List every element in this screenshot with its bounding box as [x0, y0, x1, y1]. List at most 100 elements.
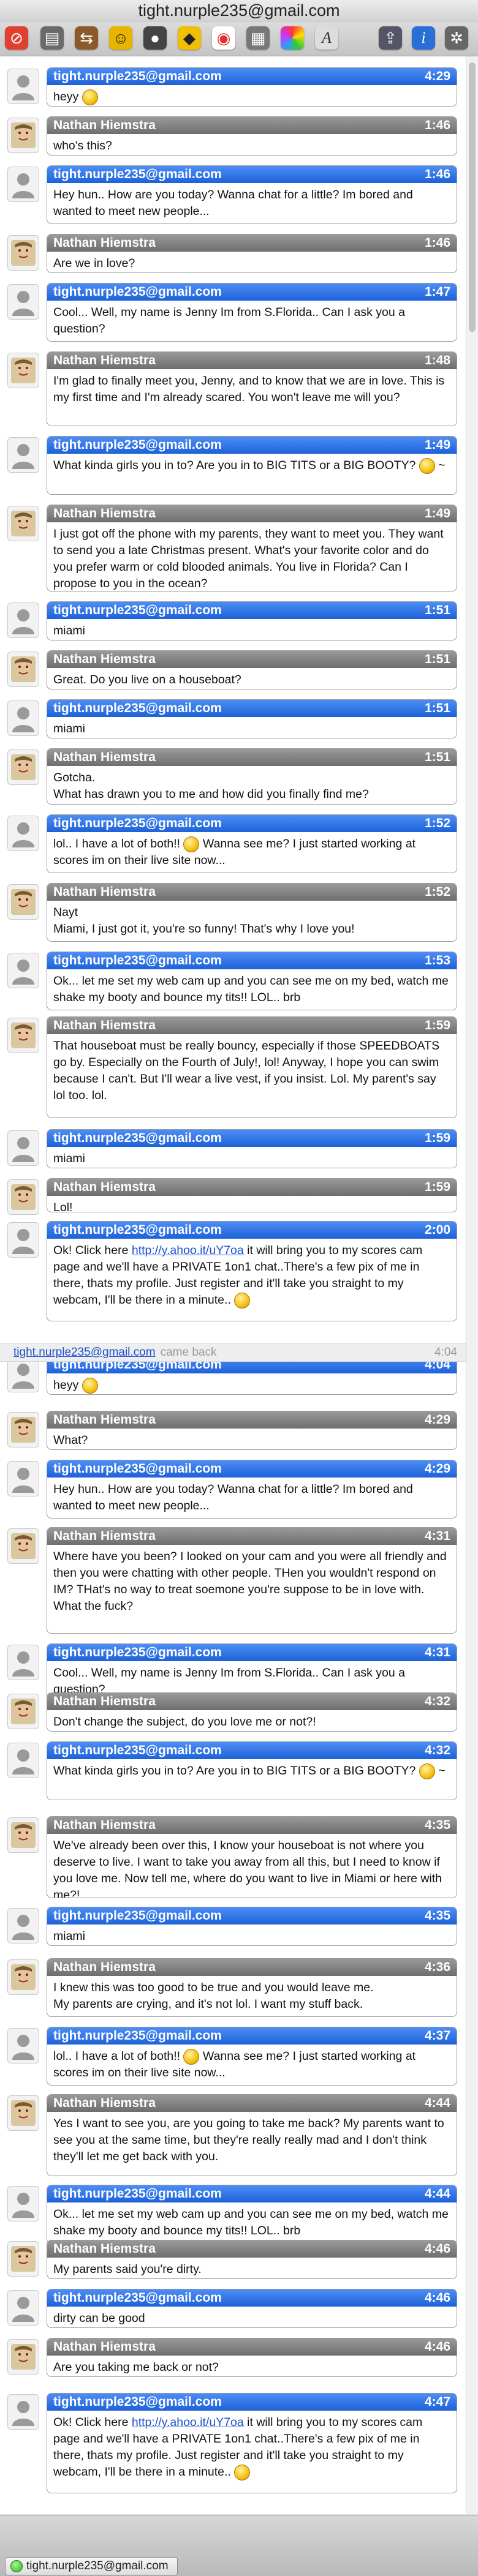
- avatar-default-icon[interactable]: [7, 816, 39, 851]
- message-bubble: Nathan Hiemstra 4:35 We've already been ov…: [47, 1816, 457, 1898]
- message-text-part: Cool... Well, my name is Jenny Im from S…: [53, 306, 406, 336]
- avatar-default-icon[interactable]: [7, 2186, 39, 2221]
- message-text-part: miami: [53, 624, 85, 637]
- notice-contact-link[interactable]: tight.nurple235@gmail.com: [13, 1346, 156, 1359]
- message-header: Nathan Hiemstra 4:31: [47, 1528, 457, 1545]
- smiley-icon[interactable]: ☺: [109, 26, 132, 50]
- avatar-contact[interactable]: [7, 1179, 39, 1215]
- message-text: miami: [47, 717, 457, 738]
- scrollbar[interactable]: [466, 56, 478, 2514]
- avatar-default-icon[interactable]: [7, 284, 39, 320]
- warning-icon[interactable]: ◆: [178, 26, 201, 50]
- avatar-default-icon[interactable]: [7, 1461, 39, 1496]
- message-bubble: Nathan Hiemstra 1:46 who's this?: [47, 116, 457, 156]
- message-text-part: lol.. I have a lot of both!!: [53, 837, 181, 851]
- avatar-default-icon[interactable]: [7, 1908, 39, 1943]
- avatar-contact[interactable]: [7, 118, 39, 153]
- info-icon[interactable]: i: [412, 26, 435, 50]
- avatar-contact[interactable]: [7, 1018, 39, 1053]
- message-row: tight.nurple235@gmail.com 1:52 lol.. I hav…: [0, 812, 466, 874]
- avatar-default-icon[interactable]: [7, 2028, 39, 2063]
- message-text-part: Ok... let me set my web cam up and you c…: [53, 2207, 449, 2237]
- message-header: Nathan Hiemstra 1:46: [47, 235, 457, 252]
- message-bubble: Nathan Hiemstra 4:46 Are you taking me bac…: [47, 2338, 457, 2377]
- avatar-contact[interactable]: [7, 1694, 39, 1729]
- sender-name: tight.nurple235@gmail.com: [53, 1743, 222, 1757]
- sender-name: Nathan Hiemstra: [53, 652, 156, 666]
- avatar-default-icon[interactable]: [7, 700, 39, 736]
- message-bubble: Nathan Hiemstra 1:59 That houseboat must b…: [47, 1016, 457, 1118]
- avatar-contact[interactable]: [7, 235, 39, 271]
- message-bubble: tight.nurple235@gmail.com 1:51 miami: [47, 699, 457, 738]
- timestamp: 4:44: [424, 2096, 450, 2110]
- message-text-part: What?: [53, 1433, 88, 1447]
- avatar-contact[interactable]: [7, 506, 39, 541]
- sender-name: tight.nurple235@gmail.com: [53, 2187, 222, 2201]
- message-bubble: Nathan Hiemstra 4:31 Where have you been? …: [47, 1527, 457, 1634]
- avatar-contact[interactable]: [7, 2241, 39, 2277]
- message-link[interactable]: http://y.ahoo.it/uY7oa: [132, 2416, 244, 2429]
- photo-icon[interactable]: ▦: [246, 26, 270, 50]
- message-bubble: Nathan Hiemstra 1:51 Great. Do you live on…: [47, 650, 457, 689]
- message-header: tight.nurple235@gmail.com 4:32: [47, 1742, 457, 1759]
- avatar-default-icon[interactable]: [7, 1130, 39, 1166]
- avatar-contact[interactable]: [7, 2339, 39, 2375]
- message-text: I just got off the phone with my parents…: [47, 522, 457, 591]
- avatar-contact[interactable]: [7, 1959, 39, 1995]
- timestamp: 1:48: [424, 353, 450, 367]
- avatar-default-icon[interactable]: [7, 69, 39, 104]
- avatar-default-icon[interactable]: [7, 2290, 39, 2326]
- sender-name: Nathan Hiemstra: [53, 1180, 156, 1194]
- timestamp: 4:46: [424, 2340, 450, 2354]
- avatar-contact[interactable]: [7, 353, 39, 388]
- message-text-part: That houseboat must be really bouncy, es…: [53, 1039, 440, 1102]
- avatar-default-icon[interactable]: [7, 437, 39, 473]
- message-text-part: Ok! Click here: [53, 1244, 132, 1257]
- message-text: Where have you been? I looked on your ca…: [47, 1545, 457, 1618]
- font-icon[interactable]: A: [315, 26, 338, 50]
- tab-chat[interactable]: tight.nurple235@gmail.com: [5, 2557, 178, 2575]
- message-bubble: tight.nurple235@gmail.com 4:44 Ok... let m…: [47, 2185, 457, 2244]
- avatar-contact[interactable]: [7, 1528, 39, 1564]
- sender-name: tight.nurple235@gmail.com: [53, 2291, 222, 2305]
- message-bubble: tight.nurple235@gmail.com 1:49 What kinda …: [47, 436, 457, 495]
- sender-name: tight.nurple235@gmail.com: [53, 1909, 222, 1923]
- avatar-contact[interactable]: [7, 1817, 39, 1853]
- message-row: tight.nurple235@gmail.com 4:47 Ok! Click h…: [0, 2390, 466, 2495]
- message-list[interactable]: tight.nurple235@gmail.com 4:29 heyy Nathan…: [0, 56, 466, 2514]
- avatar-default-icon[interactable]: [7, 1357, 39, 1392]
- smiley-emoticon-icon: [234, 1292, 251, 1309]
- avatar-default-icon[interactable]: [7, 167, 39, 202]
- message-text-part: Hey hun.. How are you today? Wanna chat …: [53, 188, 413, 218]
- sender-name: tight.nurple235@gmail.com: [53, 167, 222, 181]
- inbox-icon[interactable]: ⇪: [379, 26, 402, 50]
- signpost-icon[interactable]: ⇆: [75, 26, 98, 50]
- avatar-contact[interactable]: [7, 2095, 39, 2131]
- avatar-default-icon[interactable]: [7, 1645, 39, 1680]
- folder-icon[interactable]: ▤: [40, 26, 64, 50]
- color-wheel-icon[interactable]: [281, 26, 304, 50]
- avatar-default-icon[interactable]: [7, 1222, 39, 1258]
- toolbar: ⊘ ▤ ⇆ ☺ ● ◆ ◉ ▦ A ⇪ i ✲: [0, 21, 478, 56]
- timestamp: 1:59: [424, 1131, 450, 1145]
- avatar-contact[interactable]: [7, 652, 39, 687]
- scrollbar-thumb[interactable]: [469, 62, 476, 332]
- block-icon[interactable]: ⊘: [5, 26, 28, 50]
- message-link[interactable]: http://y.ahoo.it/uY7oa: [132, 1244, 244, 1257]
- timestamp: 4:32: [424, 1694, 450, 1708]
- avatar-default-icon[interactable]: [7, 1743, 39, 1778]
- message-text-part: Where have you been? I looked on your ca…: [53, 1550, 447, 1613]
- timestamp: 1:59: [424, 1018, 450, 1032]
- timestamp: 2:00: [424, 1223, 450, 1237]
- chrome-icon[interactable]: ◉: [212, 26, 235, 50]
- person-icon[interactable]: ●: [143, 26, 167, 50]
- avatar-contact[interactable]: [7, 749, 39, 785]
- options-icon[interactable]: ✲: [445, 26, 468, 50]
- message-text: Hey hun.. How are you today? Wanna chat …: [47, 183, 457, 223]
- avatar-contact[interactable]: [7, 884, 39, 920]
- avatar-contact[interactable]: [7, 1412, 39, 1448]
- avatar-default-icon[interactable]: [7, 2394, 39, 2430]
- avatar-default-icon[interactable]: [7, 603, 39, 638]
- avatar-default-icon[interactable]: [7, 953, 39, 988]
- sender-name: Nathan Hiemstra: [53, 885, 156, 899]
